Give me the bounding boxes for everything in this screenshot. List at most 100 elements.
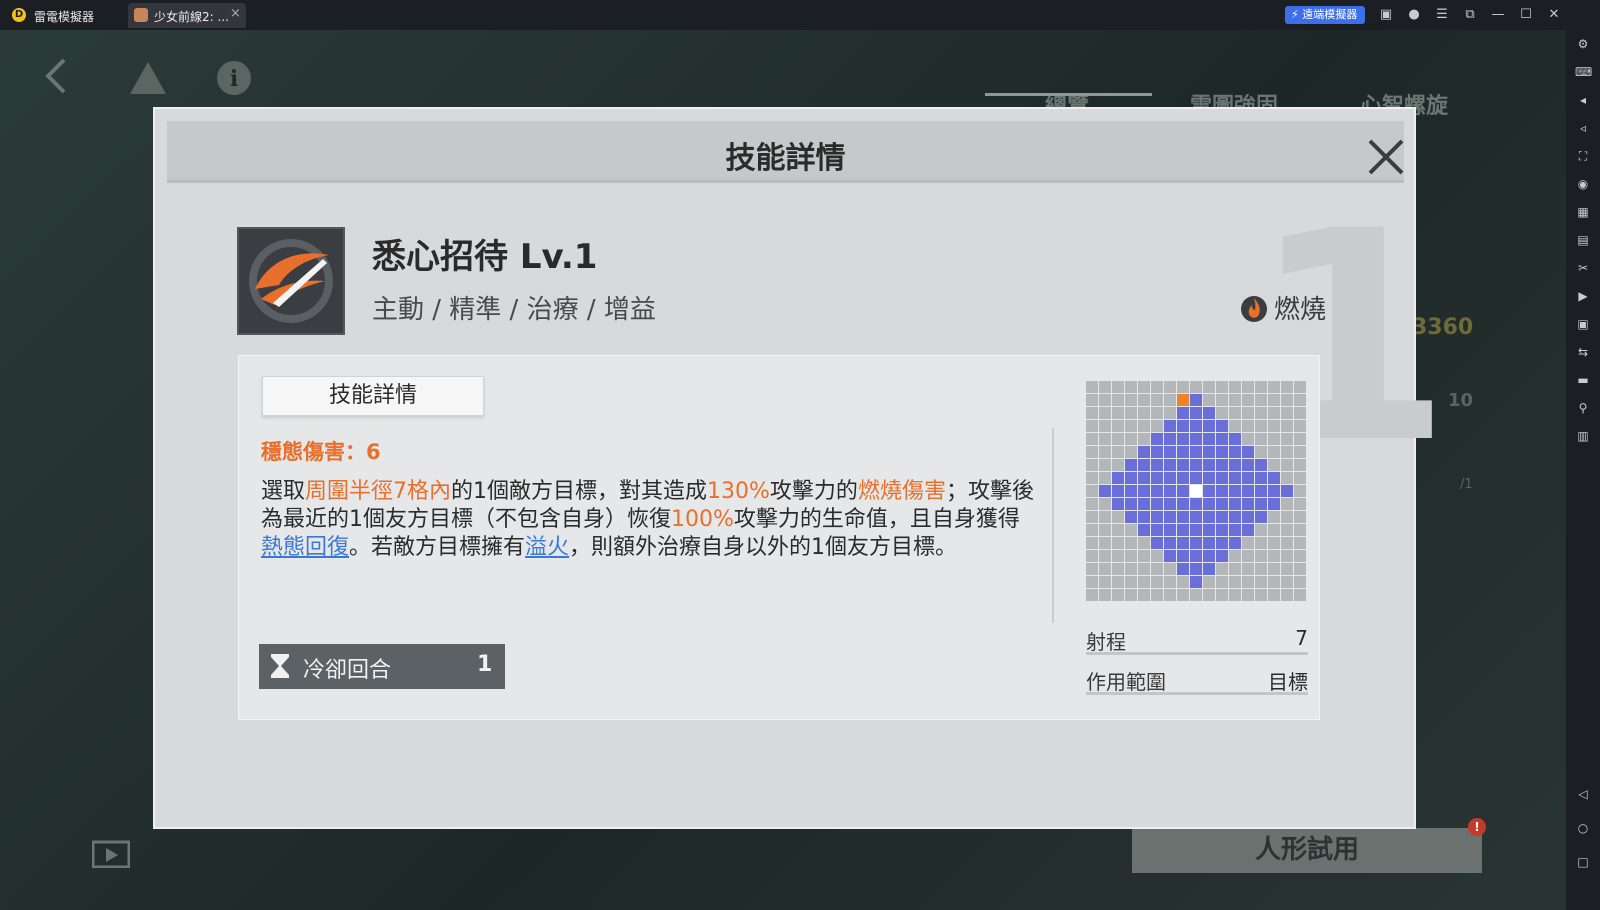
range-cell-in-range <box>1229 524 1241 536</box>
range-cell-empty <box>1164 576 1176 588</box>
keyword-link-heat-recovery[interactable]: 熱態回復 <box>261 535 349 560</box>
range-cell-empty <box>1281 576 1293 588</box>
tab-close-icon[interactable]: × <box>230 6 241 21</box>
screen-size-icon[interactable]: ⛶ <box>1575 148 1591 164</box>
folder-icon[interactable]: ▬ <box>1575 372 1591 388</box>
panel-divider <box>1052 428 1054 623</box>
range-cell-in-range <box>1255 498 1267 510</box>
emulator-logo-icon: D <box>12 8 26 22</box>
range-cell-in-range <box>1125 485 1137 497</box>
keyboard-icon[interactable]: ⌨ <box>1575 64 1592 80</box>
android-recents-icon[interactable]: □ <box>1575 854 1591 870</box>
range-cell-in-range <box>1216 472 1228 484</box>
range-cell-empty <box>1268 524 1280 536</box>
range-cell-empty <box>1099 550 1111 562</box>
range-cell-in-range <box>1203 485 1215 497</box>
range-cell-empty <box>1268 446 1280 458</box>
range-cell-empty <box>1229 407 1241 419</box>
range-cell-empty <box>1242 394 1254 406</box>
range-cell-in-range <box>1268 485 1280 497</box>
range-cell-in-range <box>1229 485 1241 497</box>
keyword-link-overflow-fire[interactable]: 溢火 <box>525 535 569 560</box>
volume-up-icon[interactable]: ◂ <box>1575 92 1591 108</box>
range-cell-empty <box>1268 550 1280 562</box>
range-cell-empty <box>1164 394 1176 406</box>
range-cell-in-range <box>1151 446 1163 458</box>
range-cell-empty <box>1281 446 1293 458</box>
gamepad-icon[interactable]: ▣ <box>1378 7 1394 23</box>
shake-icon[interactable]: ▥ <box>1575 428 1591 444</box>
emulator-tab-game[interactable]: 少女前線2: ... × <box>128 3 246 28</box>
range-cell-empty <box>1099 381 1111 393</box>
desc-highlight: 100% <box>671 507 734 532</box>
range-cell-in-range <box>1203 563 1215 575</box>
record-video-icon[interactable]: ▶ <box>1575 288 1591 304</box>
range-cell-empty <box>1216 576 1228 588</box>
window-close-icon[interactable]: ✕ <box>1546 7 1562 23</box>
range-cell-in-range <box>1164 498 1176 510</box>
range-cell-empty <box>1112 381 1124 393</box>
range-cell-in-range <box>1177 563 1189 575</box>
video-play-icon[interactable] <box>92 838 130 868</box>
alert-badge: ! <box>1468 818 1486 836</box>
sync-icon[interactable]: ⇆ <box>1575 344 1591 360</box>
range-cell-empty <box>1099 407 1111 419</box>
scissors-icon[interactable]: ✂ <box>1575 260 1591 276</box>
range-cell-empty <box>1151 420 1163 432</box>
doll-trial-button[interactable]: 人形試用 <box>1132 828 1482 873</box>
range-cell-in-range <box>1203 524 1215 536</box>
apk-install-icon[interactable]: ▤ <box>1575 232 1591 248</box>
location-icon[interactable]: ⚲ <box>1575 400 1591 416</box>
range-cell-empty <box>1281 524 1293 536</box>
range-cell-in-range <box>1099 485 1111 497</box>
area-value: 目標 <box>1268 670 1308 694</box>
svg-text:i: i <box>230 66 238 92</box>
android-back-icon[interactable]: ◁ <box>1575 786 1591 802</box>
popout-icon[interactable]: ⧉ <box>1462 7 1478 23</box>
range-cell-target-marker <box>1177 394 1189 406</box>
range-cell-empty <box>1294 420 1306 432</box>
range-cell-empty <box>1086 550 1098 562</box>
range-cell-in-range <box>1203 407 1215 419</box>
remote-emulator-button[interactable]: ⚡ 遠端模擬器 <box>1285 6 1365 24</box>
range-cell-empty <box>1086 433 1098 445</box>
android-home-icon[interactable]: ○ <box>1575 820 1591 836</box>
range-cell-empty <box>1086 511 1098 523</box>
range-cell-in-range <box>1242 498 1254 510</box>
range-cell-in-range <box>1177 407 1189 419</box>
range-cell-in-range <box>1203 498 1215 510</box>
range-cell-empty <box>1203 576 1215 588</box>
range-cell-empty <box>1164 381 1176 393</box>
screenshot-icon[interactable]: ▣ <box>1575 316 1591 332</box>
range-cell-in-range <box>1268 498 1280 510</box>
range-cell-empty <box>1216 381 1228 393</box>
area-underline <box>1086 692 1308 695</box>
operation-record-icon[interactable]: ◉ <box>1575 176 1591 192</box>
range-label: 射程 <box>1086 630 1126 654</box>
range-cell-in-range <box>1151 498 1163 510</box>
close-icon[interactable] <box>1364 135 1408 179</box>
volume-down-icon[interactable]: ◃ <box>1575 120 1591 136</box>
range-cell-empty <box>1190 381 1202 393</box>
range-cell-in-range <box>1125 472 1137 484</box>
menu-icon[interactable]: ☰ <box>1434 7 1450 23</box>
account-icon[interactable]: ● <box>1406 7 1422 23</box>
minimize-icon[interactable]: — <box>1490 7 1506 23</box>
range-cell-empty <box>1242 589 1254 601</box>
range-cell-in-range <box>1190 472 1202 484</box>
range-cell-empty <box>1112 420 1124 432</box>
tab-skill-detail[interactable]: 技能詳情 <box>262 376 484 416</box>
range-cell-empty <box>1125 420 1137 432</box>
range-cell-empty <box>1099 420 1111 432</box>
multi-instance-icon[interactable]: ▦ <box>1575 204 1591 220</box>
skill-icon <box>237 227 345 335</box>
settings-icon[interactable]: ⚙ <box>1575 36 1591 52</box>
range-cell-in-range <box>1216 524 1228 536</box>
range-cell-empty <box>1294 589 1306 601</box>
back-arrow-icon[interactable] <box>42 56 72 96</box>
range-cell-empty <box>1112 433 1124 445</box>
info-icon[interactable]: i <box>216 60 252 96</box>
maximize-icon[interactable]: ☐ <box>1518 7 1534 23</box>
desc-text: 攻擊力的生命值，且自身獲得 <box>733 507 1020 532</box>
range-cell-empty <box>1242 576 1254 588</box>
